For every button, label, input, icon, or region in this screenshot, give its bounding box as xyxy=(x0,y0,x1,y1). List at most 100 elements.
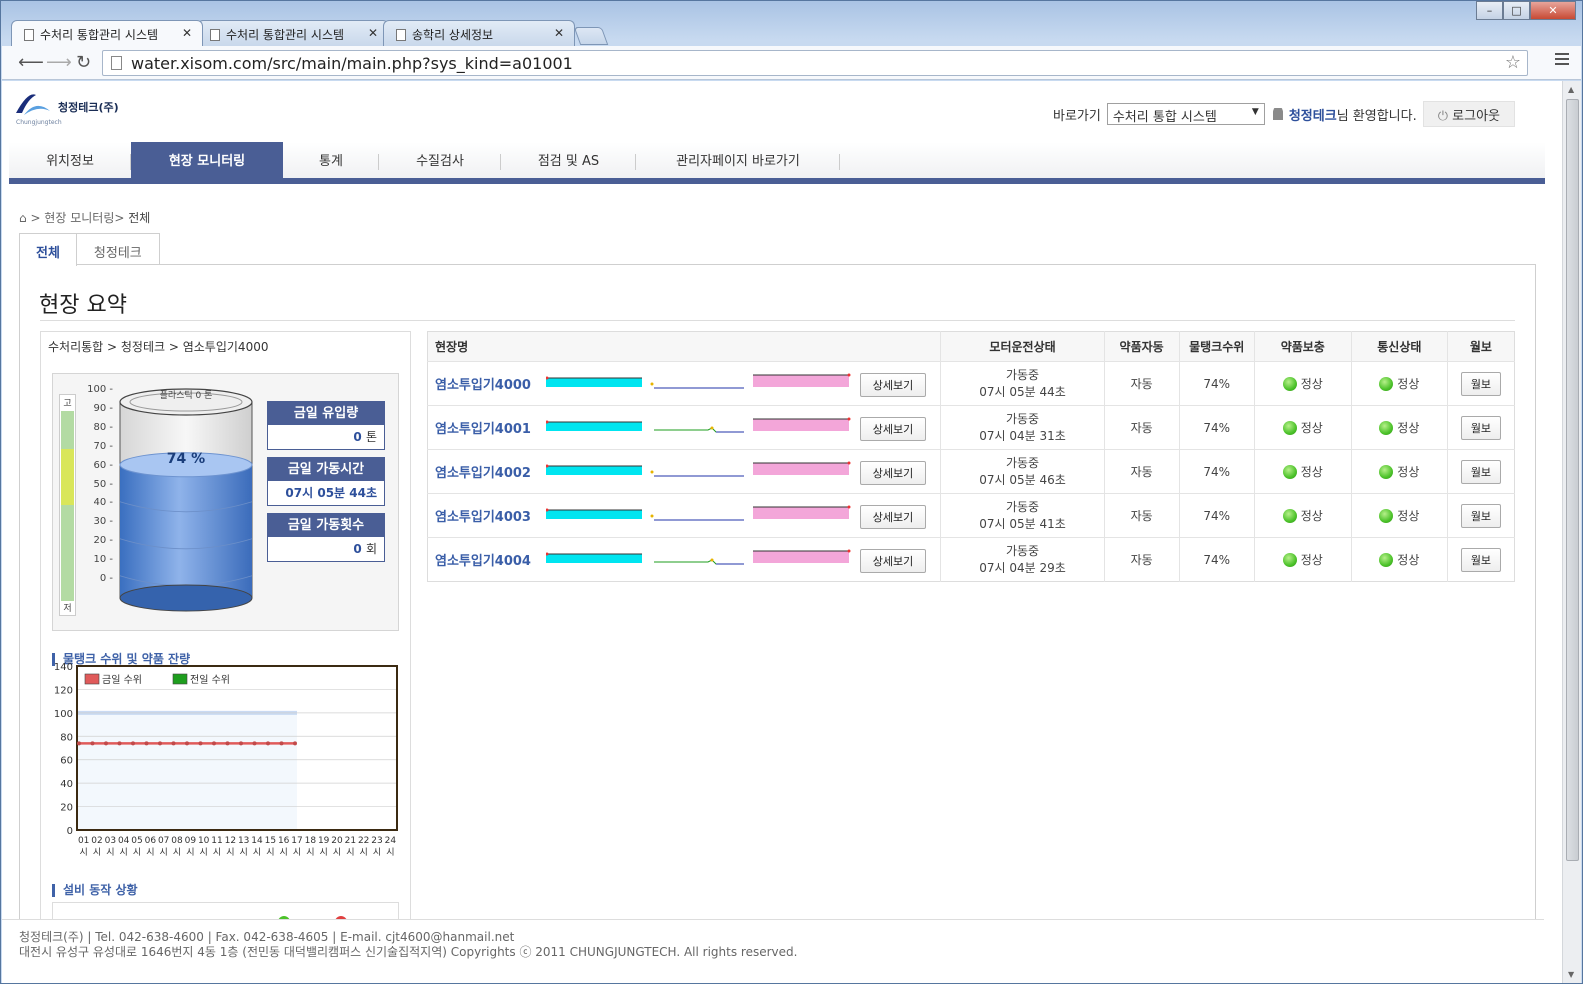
reload-icon[interactable]: ↻ xyxy=(76,52,91,73)
x-tick-unit: 시 xyxy=(253,847,261,858)
nav-item-water-test[interactable]: 수질검사 xyxy=(379,142,501,184)
site-name-link[interactable]: 염소투입기4004 xyxy=(435,554,531,569)
tab-chungjung[interactable]: 청정테크 xyxy=(75,233,160,265)
water-tank xyxy=(119,388,253,612)
series-point xyxy=(279,741,284,746)
x-tick-label: 02 xyxy=(91,836,102,846)
x-tick-label: 15 xyxy=(265,836,276,846)
scroll-down-icon[interactable]: ▼ xyxy=(1568,970,1574,979)
x-tick-label: 06 xyxy=(145,836,157,846)
series-point xyxy=(266,741,270,746)
tank-level-text: 74 % xyxy=(166,451,206,467)
new-tab-button[interactable] xyxy=(573,27,609,45)
scroll-up-icon[interactable]: ▲ xyxy=(1568,85,1574,94)
scale-tick: 100 - xyxy=(87,384,113,395)
sparkline-chem xyxy=(753,505,851,519)
bookmark-star-icon[interactable]: ☆ xyxy=(1505,52,1521,73)
tab-all[interactable]: 전체 xyxy=(19,233,77,266)
x-tick-unit: 시 xyxy=(386,847,394,858)
motor-time: 07시 04분 29초 xyxy=(979,560,1066,575)
site-name-link[interactable]: 염소투입기4002 xyxy=(435,466,531,481)
x-tick-label: 23 xyxy=(371,836,382,846)
x-tick-unit: 시 xyxy=(373,847,381,858)
back-icon[interactable]: ⟵ xyxy=(18,52,44,73)
detail-button[interactable]: 상세보기 xyxy=(860,373,926,397)
user-name: 청정테크 xyxy=(1288,108,1337,124)
x-tick-unit: 시 xyxy=(133,847,141,858)
minimize-button[interactable]: – xyxy=(1476,1,1503,20)
close-tab-icon[interactable]: ✕ xyxy=(182,26,192,40)
browser-tab[interactable]: 수처리 통합관리 시스템 ✕ xyxy=(11,20,203,46)
shortcut-select[interactable]: 수처리 통합 시스템 ▼ xyxy=(1106,103,1265,125)
x-tick-unit: 시 xyxy=(333,847,341,858)
series-point xyxy=(198,741,203,746)
gauge-high-label: 고 xyxy=(63,399,72,409)
motor-status: 가동중 xyxy=(1005,455,1040,470)
scale-tick: 10 - xyxy=(93,554,113,566)
x-tick-label: 22 xyxy=(358,836,369,846)
detail-button[interactable]: 상세보기 xyxy=(860,461,926,485)
home-icon[interactable]: ⌂ xyxy=(19,211,27,225)
monthly-report-button[interactable]: 월보 xyxy=(1460,459,1502,484)
nav-item-location[interactable]: 위치정보 xyxy=(9,142,131,184)
nav-item-inspection[interactable]: 점검 및 AS xyxy=(501,142,636,184)
address-bar[interactable]: water.xisom.com/src/main/main.php?sys_ki… xyxy=(102,50,1528,76)
detail-button[interactable]: 상세보기 xyxy=(860,549,926,573)
site-name-link[interactable]: 염소투입기4000 xyxy=(435,378,531,393)
detail-button[interactable]: 상세보기 xyxy=(860,417,926,441)
monthly-report-button[interactable]: 월보 xyxy=(1460,547,1502,572)
refill-status: 정상 xyxy=(1300,509,1323,523)
site-name-link[interactable]: 염소투입기4003 xyxy=(435,510,531,525)
page-scrollbar[interactable]: ▲ ▼ xyxy=(1562,81,1581,983)
breadcrumb: ⌂ > 현장 모니터링> 전체 xyxy=(19,211,151,225)
nav-item-stats[interactable]: 통계 xyxy=(283,142,379,184)
x-tick-label: 19 xyxy=(318,836,330,846)
browser-tab[interactable]: 수처리 통합관리 시스템 ✕ xyxy=(197,20,389,46)
sparkline-level xyxy=(654,558,744,565)
series-point xyxy=(239,741,243,746)
motor-status: 가동중 xyxy=(1005,411,1040,426)
x-tick-unit: 시 xyxy=(173,847,181,858)
page-icon xyxy=(111,56,122,70)
x-tick-label: 05 xyxy=(131,836,142,846)
comm-status: 정상 xyxy=(1397,465,1420,479)
close-tab-icon[interactable]: ✕ xyxy=(554,26,564,40)
y-tick-label: 60 xyxy=(60,756,73,767)
tank-level: 74% xyxy=(1178,493,1255,538)
logout-button[interactable]: ⏻ 로그아웃 xyxy=(1422,101,1515,127)
close-tab-icon[interactable]: ✕ xyxy=(368,26,378,40)
level-gauge: 고 저 xyxy=(59,394,76,616)
status-ok-icon xyxy=(1379,421,1394,435)
col-comm-status: 통신상태 xyxy=(1350,331,1448,362)
chem-auto: 자동 xyxy=(1103,361,1180,406)
monthly-report-button[interactable]: 월보 xyxy=(1460,503,1502,528)
close-window-button[interactable]: ✕ xyxy=(1530,1,1576,20)
y-tick-label: 80 xyxy=(60,732,73,743)
status-section-title: 설비 동작 상황 xyxy=(52,884,138,897)
refill-status: 정상 xyxy=(1300,553,1323,567)
logo-name: 청정테크(주) xyxy=(58,101,119,114)
monthly-report-button[interactable]: 월보 xyxy=(1460,415,1502,440)
browser-tab[interactable]: 송학리 상세정보 ✕ xyxy=(383,20,575,46)
y-tick-label: 140 xyxy=(54,662,73,673)
col-motor-status: 모터운전상태 xyxy=(940,331,1105,362)
tank-level: 74% xyxy=(1178,449,1255,494)
browser-tabs: 수처리 통합관리 시스템 ✕ 수처리 통합관리 시스템 ✕ 송학리 상세정보 ✕ xyxy=(11,20,609,46)
y-tick-label: 0 xyxy=(67,826,73,837)
detail-button[interactable]: 상세보기 xyxy=(860,505,926,529)
scrollbar-thumb[interactable] xyxy=(1566,99,1579,861)
maximize-button[interactable]: □ xyxy=(1503,1,1530,20)
x-tick-label: 07 xyxy=(158,836,169,846)
site-name-link[interactable]: 염소투입기4001 xyxy=(435,422,531,437)
gauge-low-label: 저 xyxy=(63,604,72,614)
x-tick-label: 10 xyxy=(198,836,210,846)
forward-icon[interactable]: ⟶ xyxy=(46,52,72,73)
menu-icon[interactable] xyxy=(1555,53,1569,68)
site-table: 현장명 모터운전상태 약품자동 물탱크수위 약품보충 통신상태 월보 염소투입기… xyxy=(427,331,1515,582)
nav-item-monitoring[interactable]: 현장 모니터링 xyxy=(131,142,283,184)
sparkline-level xyxy=(654,426,744,433)
user-icon xyxy=(1272,108,1283,120)
browser-toolbar: ⟵ ⟶ ↻ water.xisom.com/src/main/main.php?… xyxy=(2,46,1581,80)
nav-item-admin[interactable]: 관리자페이지 바로가기 xyxy=(636,142,840,184)
monthly-report-button[interactable]: 월보 xyxy=(1460,371,1502,396)
